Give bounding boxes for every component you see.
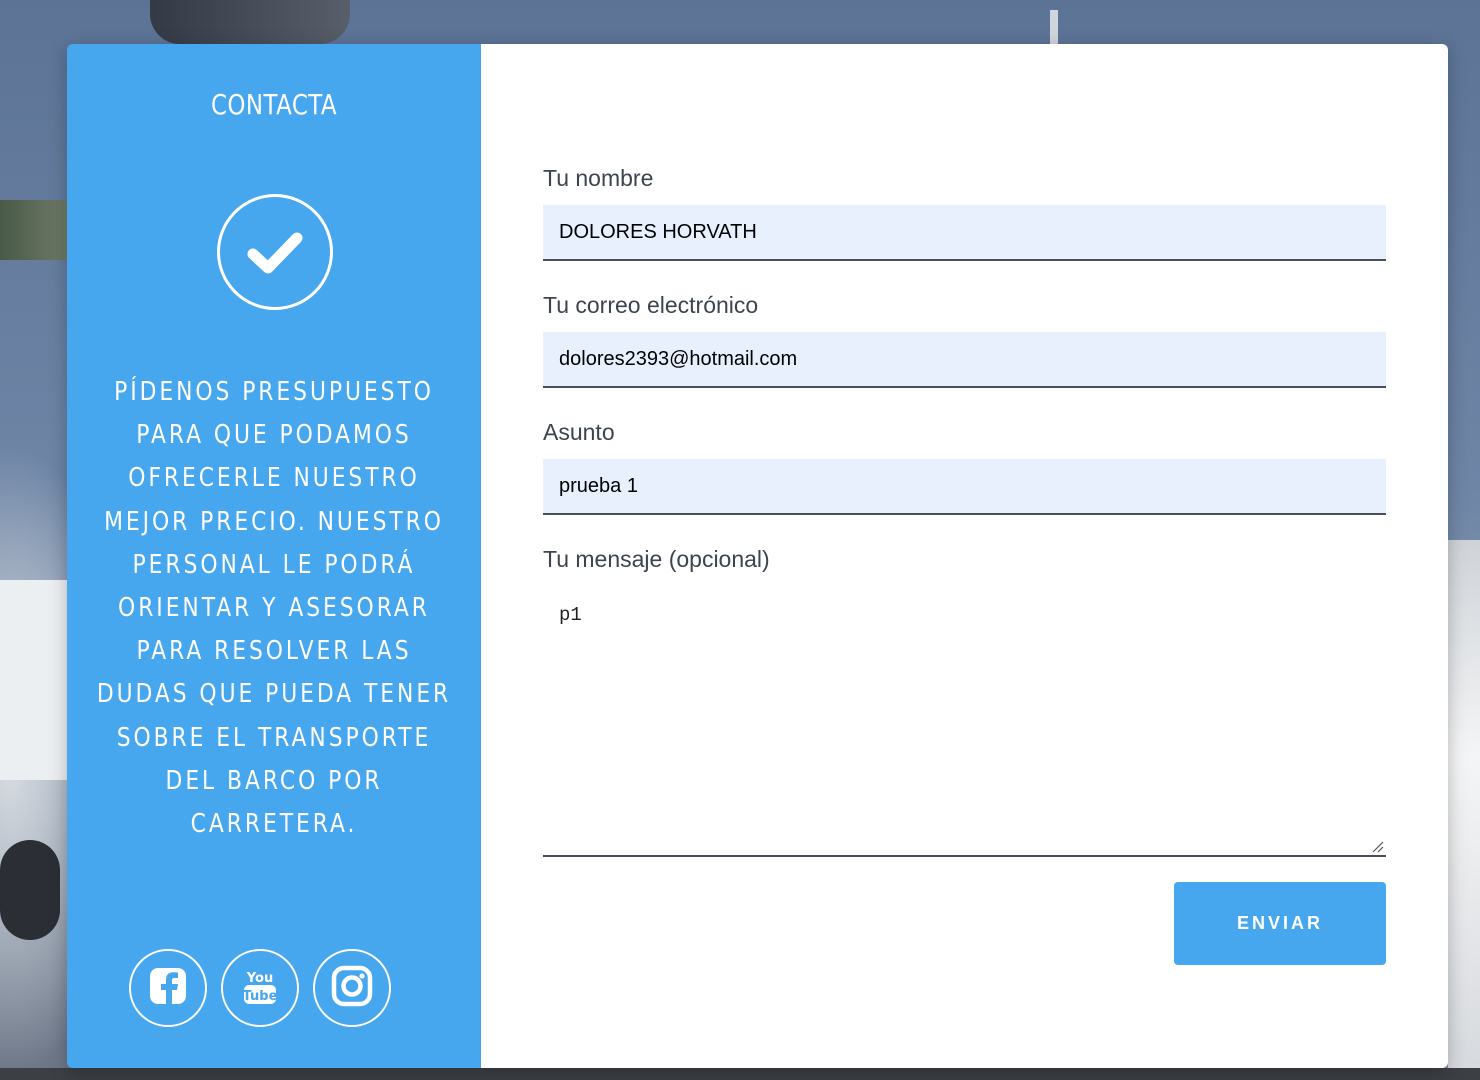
- background-crane: [150, 0, 350, 44]
- background-beam: [0, 200, 67, 260]
- panel-tagline: PÍDENOS PRESUPUESTO PARA QUE PODAMOS OFR…: [96, 377, 452, 840]
- name-field[interactable]: DOLORES HORVATH: [543, 205, 1386, 261]
- instagram-icon: [330, 964, 374, 1013]
- youtube-link[interactable]: You Tube: [221, 949, 299, 1027]
- background-truck: [0, 580, 67, 780]
- subject-value: prueba 1: [559, 474, 638, 497]
- social-links: You Tube: [129, 949, 391, 1027]
- email-value: dolores2393@hotmail.com: [559, 347, 798, 370]
- facebook-icon: [148, 966, 188, 1011]
- email-label: Tu correo electrónico: [543, 292, 759, 318]
- background-mast: [1050, 10, 1058, 44]
- subject-field[interactable]: prueba 1: [543, 459, 1386, 515]
- send-button[interactable]: ENVIAR: [1174, 882, 1386, 965]
- name-label: Tu nombre: [543, 165, 654, 191]
- info-panel: CONTACTA PÍDENOS PRESUPUESTO PARA QUE PO…: [67, 44, 481, 1068]
- youtube-icon: You Tube: [240, 966, 280, 1011]
- background-car: [1448, 540, 1480, 1080]
- email-field[interactable]: dolores2393@hotmail.com: [543, 332, 1386, 388]
- instagram-link[interactable]: [313, 949, 391, 1027]
- background-ground: [0, 1068, 1480, 1080]
- contact-card: CONTACTA PÍDENOS PRESUPUESTO PARA QUE PO…: [67, 44, 1448, 1068]
- svg-text:You: You: [246, 971, 273, 986]
- message-field[interactable]: p1: [543, 590, 1386, 857]
- message-value: p1: [559, 604, 582, 626]
- contact-form: Tu nombre DOLORES HORVATH Tu correo elec…: [481, 44, 1448, 1068]
- subject-label: Asunto: [543, 419, 615, 445]
- facebook-link[interactable]: [129, 949, 207, 1027]
- name-value: DOLORES HORVATH: [559, 220, 757, 243]
- check-circle-icon: [217, 194, 333, 310]
- svg-text:Tube: Tube: [243, 989, 278, 1004]
- message-label: Tu mensaje (opcional): [543, 546, 770, 572]
- background-wheel: [0, 840, 60, 940]
- panel-title: CONTACTA: [210, 88, 338, 121]
- resize-grip-icon[interactable]: [1372, 841, 1384, 853]
